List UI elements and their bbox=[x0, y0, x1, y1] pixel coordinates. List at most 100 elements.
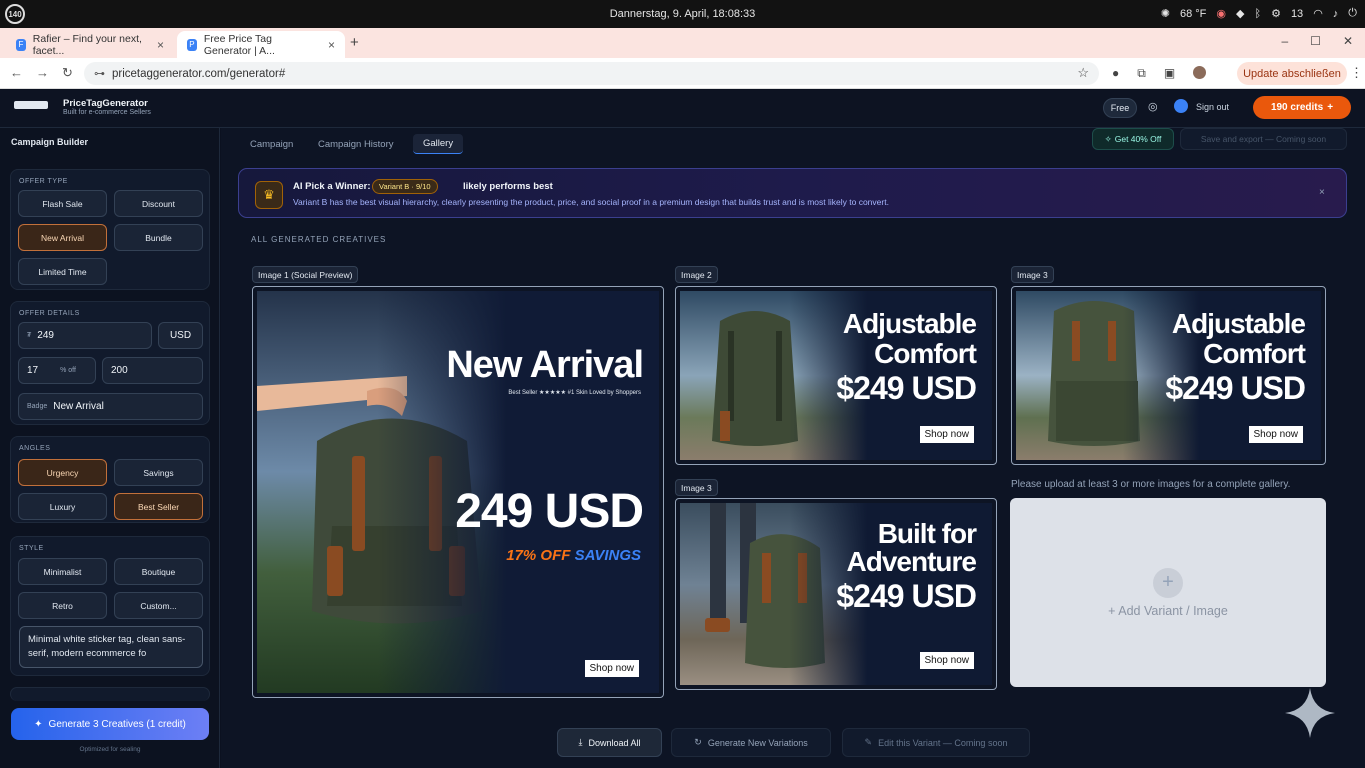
winner-pill: Variant B · 9/10 bbox=[372, 179, 438, 194]
style-retro-chip[interactable]: Retro bbox=[18, 592, 107, 619]
add-variant-card[interactable]: + + Add Variant / Image bbox=[1010, 498, 1326, 687]
style-boutique-chip[interactable]: Boutique bbox=[114, 558, 203, 585]
creative-2-canvas: Adjustable Comfort $249 USD Shop now bbox=[680, 291, 992, 460]
angle-savings-chip[interactable]: Savings bbox=[114, 459, 203, 486]
update-button[interactable]: Update abschließen bbox=[1237, 62, 1347, 85]
offer-limited-time-chip[interactable]: Limited Time bbox=[18, 258, 107, 285]
weather-icon: ✺ bbox=[1160, 8, 1170, 20]
creative-4-price: $249 USD bbox=[836, 578, 977, 614]
style-prompt-textarea[interactable]: Minimal white sticker tag, clean sans-se… bbox=[19, 626, 203, 668]
cast-icon[interactable]: ▣ bbox=[1164, 66, 1175, 81]
currency-select[interactable]: USD bbox=[158, 322, 203, 349]
style-custom-chip[interactable]: Custom... bbox=[114, 592, 203, 619]
minimize-icon[interactable]: – bbox=[1281, 34, 1288, 48]
offer-badge[interactable]: ✧ Get 40% Off bbox=[1092, 128, 1174, 150]
puzzle-icon[interactable]: ⧉ bbox=[1137, 66, 1146, 81]
url-field[interactable]: ⊶ pricetaggenerator.com/generator# ☆ bbox=[84, 62, 1099, 85]
price-value: 249 bbox=[37, 330, 54, 341]
wifi-icon[interactable]: ◠ bbox=[1313, 7, 1323, 20]
banner-close-icon[interactable]: × bbox=[1319, 187, 1325, 198]
badge-field[interactable]: Badge New Arrival bbox=[18, 393, 203, 420]
offer-type-heading: Offer Type bbox=[19, 178, 68, 185]
brand-logo[interactable] bbox=[14, 101, 48, 109]
creative-2-price: $249 USD bbox=[836, 370, 977, 406]
tab-close-icon[interactable]: × bbox=[157, 38, 164, 52]
browser-menu-icon[interactable]: ⋮ bbox=[1350, 65, 1363, 81]
download-icon: ⤓ bbox=[578, 737, 583, 747]
browser-tab-active[interactable]: P Free Price Tag Generator | A... × bbox=[177, 31, 345, 58]
download-all-button[interactable]: ⤓ Download All bbox=[557, 728, 662, 757]
angle-urgency-chip[interactable]: Urgency bbox=[18, 459, 107, 486]
offer-flash-sale-chip[interactable]: Flash Sale bbox=[18, 190, 107, 217]
style-minimalist-chip[interactable]: Minimalist bbox=[18, 558, 107, 585]
settings-icon[interactable]: ⚙ bbox=[1271, 7, 1281, 20]
browser-tab[interactable]: F Rafier – Find your next, facet... × bbox=[6, 31, 174, 58]
discount-field[interactable]: 17 % off bbox=[18, 357, 96, 384]
brand-name[interactable]: PriceTagGenerator bbox=[63, 98, 148, 109]
reload-icon[interactable]: ↻ bbox=[62, 65, 73, 81]
save-export-button[interactable]: Save and export — Coming soon bbox=[1180, 128, 1347, 150]
shop-now-button[interactable]: Shop now bbox=[584, 660, 639, 677]
offer-bundle-chip[interactable]: Bundle bbox=[114, 224, 203, 251]
browser-tab-bar: F Rafier – Find your next, facet... × P … bbox=[0, 28, 1365, 58]
price-field[interactable]: ₮ 249 bbox=[18, 322, 152, 349]
gallery-heading: ALL GENERATED CREATIVES bbox=[251, 235, 387, 244]
image-label: Image 3 bbox=[675, 479, 718, 496]
credits-button[interactable]: 190 credits + bbox=[1253, 96, 1351, 119]
new-tab-icon[interactable]: + bbox=[350, 34, 359, 51]
battery-level[interactable]: 13 bbox=[1291, 8, 1303, 20]
shop-now-button[interactable]: Shop now bbox=[919, 426, 974, 443]
tab-campaign[interactable]: Campaign bbox=[240, 134, 303, 154]
close-window-icon[interactable]: ✕ bbox=[1343, 34, 1353, 48]
power-icon[interactable]: ⏻ bbox=[1348, 7, 1357, 20]
banner-title-suffix: likely performs best bbox=[463, 181, 553, 192]
tab-close-icon[interactable]: × bbox=[328, 38, 335, 52]
angle-best-seller-chip[interactable]: Best Seller bbox=[114, 493, 203, 520]
notification-icon[interactable]: ◎ bbox=[1148, 100, 1158, 113]
shop-now-button[interactable]: Shop now bbox=[1248, 426, 1303, 443]
offer-discount-chip[interactable]: Discount bbox=[114, 190, 203, 217]
creative-3-line1: Adjustable bbox=[1171, 308, 1306, 339]
package-icon[interactable]: ◆ bbox=[1236, 7, 1244, 20]
site-info-icon[interactable]: ⊶ bbox=[94, 67, 105, 80]
shop-now-button[interactable]: Shop now bbox=[919, 652, 974, 669]
main-content: Campaign Campaign History Gallery ✧ Get … bbox=[221, 128, 1365, 768]
creative-1-headline: New Arrival bbox=[446, 344, 644, 386]
creative-4-canvas: Built for Adventure $249 USD Shop now bbox=[680, 503, 992, 685]
edit-variant-button[interactable]: ✎ Edit this Variant — Coming soon bbox=[842, 728, 1030, 757]
creative-1-discount: 17% OFF bbox=[506, 547, 571, 564]
profile-avatar[interactable] bbox=[1193, 66, 1207, 79]
creative-card-4[interactable]: Built for Adventure $249 USD Shop now bbox=[675, 498, 997, 690]
forward-icon[interactable]: → bbox=[36, 65, 49, 80]
user-avatar[interactable] bbox=[1174, 99, 1188, 113]
generate-creatives-button[interactable]: ✦ Generate 3 Creatives (1 credit) bbox=[11, 708, 209, 740]
bluetooth-icon[interactable]: ᛒ bbox=[1254, 8, 1261, 20]
generate-new-label: Generate New Variations bbox=[707, 737, 808, 748]
creative-2-line1: Adjustable bbox=[842, 308, 977, 339]
weather-temp[interactable]: 68 °F bbox=[1180, 8, 1206, 20]
angle-luxury-chip[interactable]: Luxury bbox=[18, 493, 107, 520]
creative-card-1[interactable]: New Arrival Best Seller ★★★★★ #1 Skin Lo… bbox=[252, 286, 664, 698]
sign-out-link[interactable]: Sign out bbox=[1196, 102, 1229, 112]
angles-panel: Angles Urgency Savings Luxury Best Selle… bbox=[10, 436, 210, 523]
campaign-sidebar: Campaign Builder Offer Type Flash Sale D… bbox=[0, 128, 220, 768]
tab-gallery[interactable]: Gallery bbox=[413, 134, 464, 154]
creative-3-line2: Comfort bbox=[1203, 338, 1306, 369]
extension-icon[interactable]: ● bbox=[1112, 66, 1119, 81]
currency-symbol-icon: ₮ bbox=[27, 332, 32, 339]
creative-card-2[interactable]: Adjustable Comfort $249 USD Shop now bbox=[675, 286, 997, 465]
creative-card-3[interactable]: Adjustable Comfort $249 USD Shop now bbox=[1011, 286, 1326, 465]
record-icon[interactable]: ◉ bbox=[1216, 7, 1226, 20]
upload-note: Please upload at least 3 or more images … bbox=[1011, 479, 1291, 490]
music-icon[interactable]: ♪ bbox=[1333, 8, 1339, 20]
system-tray: ✺ 68 °F ◉ ◆ ᛒ ⚙ 13 ◠ ♪ ⏻ bbox=[1161, 7, 1357, 20]
trophy-icon: ♛ bbox=[255, 181, 283, 209]
bookmark-star-icon[interactable]: ☆ bbox=[1077, 65, 1089, 81]
back-icon[interactable]: ← bbox=[10, 65, 23, 80]
offer-new-arrival-chip[interactable]: New Arrival bbox=[18, 224, 107, 251]
creative-1-canvas: New Arrival Best Seller ★★★★★ #1 Skin Lo… bbox=[257, 291, 659, 693]
original-price-field[interactable]: 200 bbox=[102, 357, 203, 384]
tab-campaign-history[interactable]: Campaign History bbox=[308, 134, 404, 154]
generate-new-variations-button[interactable]: ↻ Generate New Variations bbox=[671, 728, 831, 757]
maximize-icon[interactable]: ☐ bbox=[1310, 34, 1321, 48]
